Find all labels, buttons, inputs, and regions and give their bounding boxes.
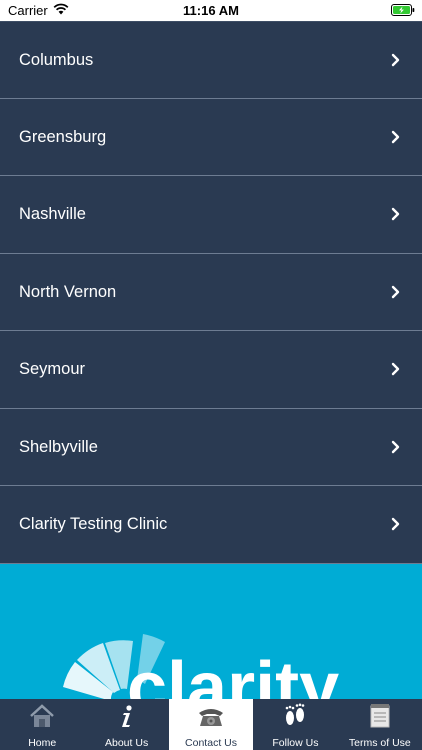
- tab-home[interactable]: Home: [0, 699, 84, 750]
- chevron-right-icon: [391, 440, 401, 459]
- tab-label: Terms of Use: [348, 737, 411, 749]
- chevron-right-icon: [391, 207, 401, 226]
- location-label: North Vernon: [19, 282, 117, 301]
- location-label: Clarity Testing Clinic: [19, 515, 168, 533]
- status-time: 11:16 AM: [183, 3, 239, 18]
- chevron-right-icon: [391, 285, 401, 304]
- location-label: Shelbyville: [19, 437, 98, 456]
- location-row-shelbyville[interactable]: Shelbyville: [0, 409, 422, 486]
- tab-label: Contact Us: [185, 737, 237, 749]
- footprints-icon: [280, 703, 310, 732]
- chevron-right-icon: [391, 130, 401, 149]
- telephone-icon: [196, 703, 226, 732]
- location-label: Seymour: [19, 360, 86, 378]
- location-row-north-vernon[interactable]: North Vernon: [0, 254, 422, 331]
- tab-label: Follow Us: [272, 737, 319, 749]
- location-row-clarity-testing-clinic[interactable]: Clarity Testing Clinic: [0, 486, 422, 564]
- location-row-columbus[interactable]: Columbus: [0, 21, 422, 99]
- tab-bar: Home About Us Contact Us Follow Us Terms…: [0, 699, 422, 750]
- location-label: Greensburg: [19, 127, 107, 146]
- info-icon: [113, 703, 141, 732]
- chevron-right-icon: [391, 53, 401, 72]
- chevron-right-icon: [391, 517, 401, 536]
- status-bar: Carrier 11:16 AM: [0, 0, 422, 21]
- tab-label: About Us: [105, 737, 149, 749]
- clarity-banner: clarity: [0, 564, 422, 699]
- tab-label: Home: [28, 737, 57, 749]
- location-row-greensburg[interactable]: Greensburg: [0, 99, 422, 176]
- tab-terms-of-use[interactable]: Terms of Use: [338, 699, 422, 750]
- location-label: Nashville: [19, 205, 86, 223]
- clarity-logo: clarity: [63, 634, 339, 699]
- location-label: Columbus: [19, 51, 94, 69]
- location-list: Columbus Greensburg Nashville North Vern…: [0, 21, 422, 564]
- battery-charging-icon: [391, 4, 415, 19]
- notepad-icon: [367, 703, 393, 732]
- location-row-nashville[interactable]: Nashville: [0, 176, 422, 254]
- tab-follow-us[interactable]: Follow Us: [253, 699, 337, 750]
- chevron-right-icon: [391, 362, 401, 381]
- tab-contact-us[interactable]: Contact Us: [168, 699, 254, 750]
- home-icon: [28, 703, 56, 732]
- tab-about-us[interactable]: About Us: [84, 699, 168, 750]
- location-row-seymour[interactable]: Seymour: [0, 331, 422, 409]
- svg-text:clarity: clarity: [127, 648, 339, 699]
